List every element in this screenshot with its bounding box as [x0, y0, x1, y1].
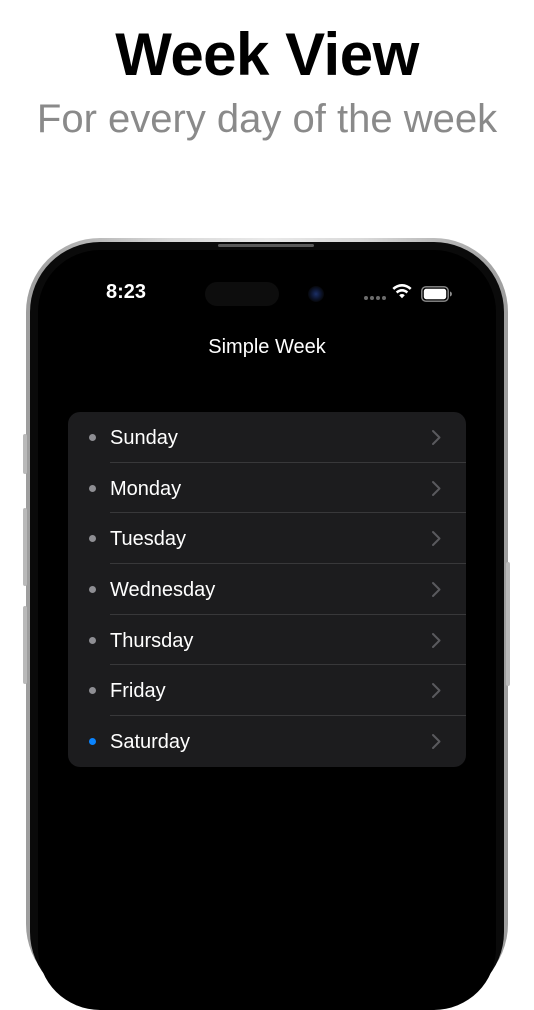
- bullet-dot-icon: [89, 535, 96, 543]
- bullet-dot-icon: [89, 687, 96, 695]
- promo-subtitle: For every day of the week: [36, 97, 498, 141]
- chevron-right-icon: [432, 632, 441, 648]
- phone-side-button-mute: [23, 434, 27, 474]
- list-item-wednesday[interactable]: Wednesday: [68, 564, 466, 615]
- phone-side-button-power: [506, 562, 510, 686]
- list-item-friday[interactable]: Friday: [68, 665, 466, 717]
- bullet-dot-icon: [89, 434, 96, 441]
- day-label: Sunday: [110, 427, 178, 449]
- day-label: Monday: [110, 477, 182, 500]
- bullet-dot-icon: [89, 636, 96, 644]
- list-item-saturday[interactable]: Saturday: [68, 716, 466, 767]
- phone-speaker-line: [218, 244, 314, 247]
- day-label: Wednesday: [110, 579, 216, 602]
- list-item-thursday[interactable]: Thursday: [68, 615, 466, 666]
- chevron-right-icon: [432, 734, 441, 750]
- dynamic-island: [205, 282, 279, 306]
- front-camera-icon: [308, 286, 324, 302]
- day-label: Thursday: [110, 629, 194, 652]
- promo-title: Week View: [115, 21, 419, 88]
- list-item-tuesday[interactable]: Tuesday: [68, 513, 466, 565]
- bullet-dot-icon: [89, 586, 96, 594]
- chevron-right-icon: [432, 582, 441, 598]
- chevron-right-icon: [432, 480, 441, 496]
- chevron-right-icon: [432, 531, 441, 547]
- battery-icon: [421, 286, 452, 302]
- list-item-sunday[interactable]: Sunday: [68, 412, 466, 463]
- day-label: Tuesday: [110, 528, 186, 551]
- wifi-icon: [392, 284, 412, 299]
- day-label: Friday: [110, 680, 166, 703]
- status-time: 8:23: [106, 281, 147, 303]
- day-list: Sunday Monday Tuesday Wednesday Thursday…: [68, 412, 466, 767]
- list-item-monday[interactable]: Monday: [68, 463, 466, 514]
- phone-screen: 8:23 Simple Week Sunday Monday Tuesday W…: [38, 250, 496, 1010]
- day-label: Saturday: [110, 731, 191, 754]
- bullet-dot-icon: [89, 484, 96, 492]
- cellular-signal-icon: [364, 296, 388, 300]
- chevron-right-icon: [432, 430, 441, 445]
- bullet-dot-icon: [89, 738, 96, 746]
- chevron-right-icon: [432, 683, 441, 699]
- nav-title: Simple Week: [208, 336, 326, 358]
- phone-side-button-volume-down: [23, 606, 27, 684]
- phone-side-button-volume-up: [23, 508, 27, 586]
